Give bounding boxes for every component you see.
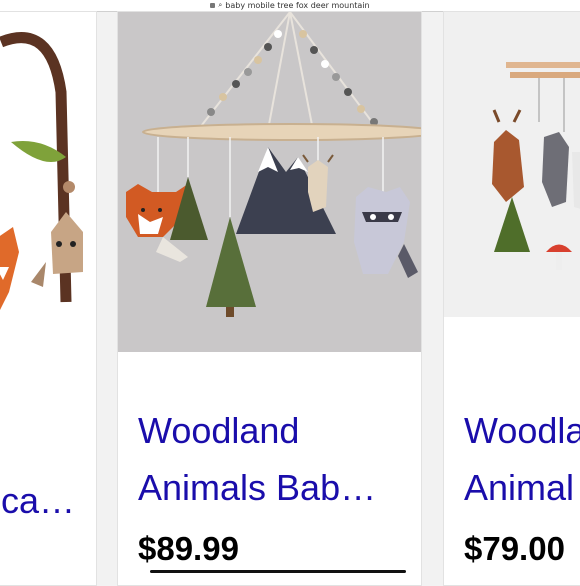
woodland-mobile-photo <box>118 12 421 352</box>
product-image-2[interactable] <box>118 12 421 352</box>
horizontal-scrollbar[interactable] <box>150 570 406 573</box>
product-card-2[interactable]: Woodland Animals Bab… $89.99 <box>117 11 422 586</box>
address-bar-text: baby mobile tree fox deer mountain <box>225 1 370 10</box>
product-card-3[interactable]: Woodla Animal $79.00 <box>443 11 580 586</box>
product-title-line1[interactable]: Woodland <box>138 402 299 459</box>
product-image-3[interactable] <box>444 12 580 317</box>
product-title-line2[interactable]: ca… <box>1 472 75 529</box>
crib-mobile-photo-1 <box>0 12 96 382</box>
product-title-line1[interactable]: Woodla <box>464 402 580 459</box>
product-price: $89.99 <box>138 530 239 567</box>
product-title-line2[interactable]: Animal <box>464 459 574 516</box>
lock-icon <box>210 3 216 8</box>
product-price: $79.00 <box>464 530 565 567</box>
product-image-1[interactable] <box>0 12 96 382</box>
search-icon: ⌕ <box>218 1 223 9</box>
product-card-1[interactable]: ca… <box>0 11 97 586</box>
animal-mobile-photo-3 <box>444 12 580 317</box>
product-title-line2[interactable]: Animals Bab… <box>138 459 408 516</box>
